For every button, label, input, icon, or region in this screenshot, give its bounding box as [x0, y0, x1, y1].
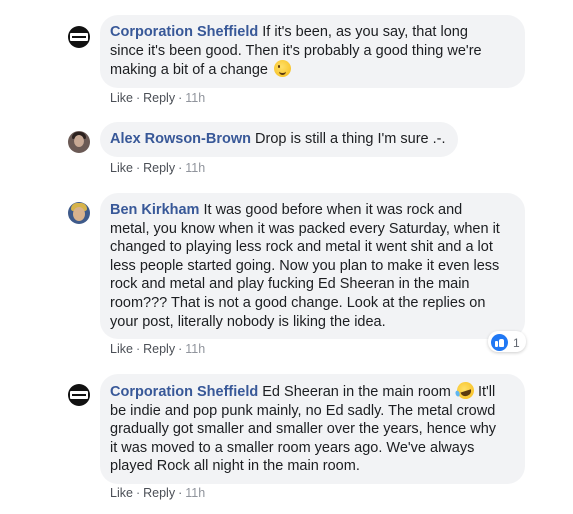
comment-bubble: Ben Kirkham It was good before when it w…	[100, 193, 525, 340]
logo-icon	[70, 391, 88, 399]
comment-time[interactable]: 11h	[185, 342, 205, 356]
comment-actions: Like · Reply · 11h	[110, 161, 206, 175]
comment-author[interactable]: Alex Rowson-Brown	[110, 131, 251, 147]
thumbs-up-icon	[491, 334, 508, 351]
comment-author[interactable]: Ben Kirkham	[110, 202, 199, 218]
comment-actions: Like · Reply · 11h	[110, 486, 206, 500]
corporation-sheffield-avatar[interactable]	[68, 26, 90, 48]
comment-text: Drop is still a thing I'm sure .-.	[255, 131, 446, 147]
logo-icon	[70, 33, 88, 41]
comment-actions: Like · Reply · 11h	[110, 342, 206, 356]
comment-text: It was good before when it was rock and …	[110, 202, 500, 330]
corporation-sheffield-avatar[interactable]	[68, 384, 90, 406]
reaction-summary[interactable]: 1	[488, 331, 526, 352]
comment-author[interactable]: Corporation Sheffield	[110, 384, 258, 400]
like-link[interactable]: Like	[110, 486, 133, 500]
like-link[interactable]: Like	[110, 91, 133, 105]
comment-time[interactable]: 11h	[185, 161, 205, 175]
comment-actions: Like · Reply · 11h	[110, 91, 206, 105]
comment-bubble: Alex Rowson-Brown Drop is still a thing …	[100, 122, 458, 157]
reply-link[interactable]: Reply	[143, 486, 175, 500]
comment-bubble: Corporation Sheffield If it's been, as y…	[100, 15, 525, 88]
reply-link[interactable]: Reply	[143, 161, 175, 175]
like-link[interactable]: Like	[110, 342, 133, 356]
comment-text: Ed Sheeran in the main room	[262, 384, 451, 400]
like-link[interactable]: Like	[110, 161, 133, 175]
wink-emoji-icon	[274, 60, 292, 78]
laughing-emoji-icon	[454, 379, 477, 402]
comment-bubble: Corporation Sheffield Ed Sheeran in the …	[100, 374, 525, 484]
comment-time[interactable]: 11h	[185, 91, 205, 105]
comment-time[interactable]: 11h	[185, 486, 205, 500]
reply-link[interactable]: Reply	[143, 342, 175, 356]
reaction-count: 1	[513, 335, 520, 350]
reply-link[interactable]: Reply	[143, 91, 175, 105]
ben-kirkham-avatar[interactable]	[68, 202, 90, 224]
alex-rowson-brown-avatar[interactable]	[68, 131, 90, 153]
comment-author[interactable]: Corporation Sheffield	[110, 24, 258, 40]
